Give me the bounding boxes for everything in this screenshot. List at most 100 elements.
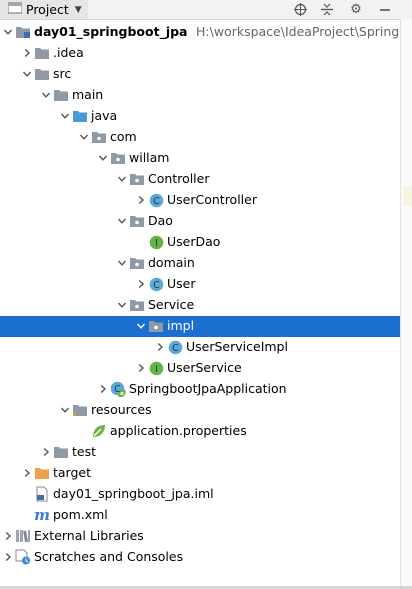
chevron-right-icon[interactable]: [21, 467, 33, 479]
tree-node[interactable]: Service: [0, 295, 400, 316]
chevron-down-icon[interactable]: [116, 173, 128, 185]
project-icon: [7, 2, 23, 17]
chevron-down-icon[interactable]: [135, 320, 147, 332]
tree-node-label: UserDao: [167, 234, 221, 249]
tree-node-label: test: [72, 444, 97, 459]
chevron-down-icon[interactable]: [116, 299, 128, 311]
folder-icon: [53, 87, 69, 103]
tree-node[interactable]: src: [0, 64, 400, 85]
project-view-selector[interactable]: Project ▼: [0, 0, 88, 19]
tree-node-label: domain: [148, 255, 195, 270]
tree-node[interactable]: day01_springboot_jpa.iml: [0, 484, 400, 505]
collapse-icon[interactable]: [319, 2, 335, 18]
svg-text:C: C: [172, 343, 179, 354]
tree-node-label: UserServiceImpl: [186, 339, 288, 354]
tree-node[interactable]: C UserController: [0, 190, 400, 211]
tree-node-label: target: [53, 465, 92, 480]
tree-node-label: day01_springboot_jpa.iml: [53, 486, 214, 501]
package-icon: [148, 318, 164, 334]
header-toolbar: ⚙: [292, 0, 393, 19]
module-icon: [15, 24, 31, 40]
tree-node[interactable]: java: [0, 106, 400, 127]
spring-properties-icon: [91, 423, 107, 439]
tree-node[interactable]: Scratches and Consoles: [0, 547, 400, 568]
tree-node[interactable]: com: [0, 127, 400, 148]
class-icon: C: [148, 276, 164, 292]
class-icon: C: [148, 192, 164, 208]
tree-node[interactable]: C UserServiceImpl: [0, 337, 400, 358]
chevron-right-icon[interactable]: [135, 362, 147, 374]
tree-node-label: .idea: [53, 45, 84, 60]
tree-node[interactable]: target: [0, 463, 400, 484]
tree-node-label: main: [72, 87, 104, 102]
crosshair-icon[interactable]: [292, 2, 308, 18]
tree-node[interactable]: impl: [0, 316, 400, 337]
folder-icon: [34, 45, 50, 61]
tree-node-label: java: [91, 108, 118, 123]
chevron-down-icon[interactable]: [59, 110, 71, 122]
tree-node[interactable]: willam: [0, 148, 400, 169]
tree-node-label: SpringbootJpaApplication: [129, 381, 287, 396]
tree-node-label: UserController: [167, 192, 257, 207]
minimize-icon[interactable]: [377, 2, 393, 18]
tree-node[interactable]: Dao: [0, 211, 400, 232]
package-icon: [91, 129, 107, 145]
chevron-down-icon[interactable]: [40, 89, 52, 101]
chevron-right-icon[interactable]: [97, 383, 109, 395]
tree-node-label: Service: [148, 297, 195, 312]
chevron-down-icon[interactable]: [78, 131, 90, 143]
interface-icon: I: [148, 234, 164, 250]
tree-node[interactable]: m pom.xml: [0, 505, 400, 526]
tree-node-label: resources: [91, 402, 152, 417]
tree-node[interactable]: day01_springboot_jpa H:\workspace\IdeaPro…: [0, 22, 412, 43]
tree-node[interactable]: .idea: [0, 43, 400, 64]
chevron-down-icon[interactable]: [116, 215, 128, 227]
tree-node-label: src: [53, 66, 72, 81]
folder-icon: [53, 444, 69, 460]
chevron-down-icon[interactable]: [21, 68, 33, 80]
tree-node[interactable]: C User: [0, 274, 400, 295]
package-icon: [110, 150, 126, 166]
package-icon: [129, 255, 145, 271]
tree-node[interactable]: Controller: [0, 169, 400, 190]
chevron-right-icon[interactable]: [2, 551, 14, 563]
maven-icon: m: [34, 506, 50, 524]
tree-node[interactable]: main: [0, 85, 400, 106]
project-tool-window-header: Project ▼ ⚙: [0, 0, 412, 20]
chevron-right-icon[interactable]: [2, 530, 14, 542]
svg-text:I: I: [155, 238, 158, 249]
tree-node[interactable]: test: [0, 442, 400, 463]
spring-boot-class-icon: C: [110, 381, 126, 397]
tree-node[interactable]: I UserService: [0, 358, 400, 379]
gear-icon[interactable]: ⚙: [348, 2, 364, 18]
tree-node-label: application.properties: [110, 423, 247, 438]
tree-node[interactable]: I UserDao: [0, 232, 400, 253]
tree-node-label: impl: [167, 318, 195, 333]
chevron-right-icon[interactable]: [21, 47, 33, 59]
tree-node[interactable]: application.properties: [0, 421, 400, 442]
tree-node[interactable]: domain: [0, 253, 400, 274]
tree-node-label: User: [167, 276, 196, 291]
svg-text:C: C: [153, 280, 160, 291]
chevron-down-icon[interactable]: [2, 26, 14, 38]
tree-node[interactable]: resources: [0, 400, 400, 421]
resources-folder-icon: [72, 402, 88, 418]
svg-text:C: C: [153, 196, 160, 207]
chevron-right-icon[interactable]: [154, 341, 166, 353]
gutter-marker: [403, 186, 412, 206]
chevron-right-icon[interactable]: [135, 194, 147, 206]
editor-gutter-strip: [400, 19, 412, 589]
chevron-right-icon[interactable]: [135, 278, 147, 290]
tree-node-label: Controller: [148, 171, 210, 186]
tree-node-label: Scratches and Consoles: [34, 549, 184, 564]
chevron-down-icon[interactable]: [97, 152, 109, 164]
chevron-down-icon[interactable]: [116, 257, 128, 269]
class-icon: C: [167, 339, 183, 355]
tree-node[interactable]: External Libraries: [0, 526, 400, 547]
source-folder-icon: [72, 108, 88, 124]
tree-node-label: com: [110, 129, 137, 144]
chevron-right-icon[interactable]: [40, 446, 52, 458]
chevron-down-icon[interactable]: [59, 404, 71, 416]
tree-node[interactable]: C SpringbootJpaApplication: [0, 379, 400, 400]
tree-node-label: External Libraries: [34, 528, 144, 543]
